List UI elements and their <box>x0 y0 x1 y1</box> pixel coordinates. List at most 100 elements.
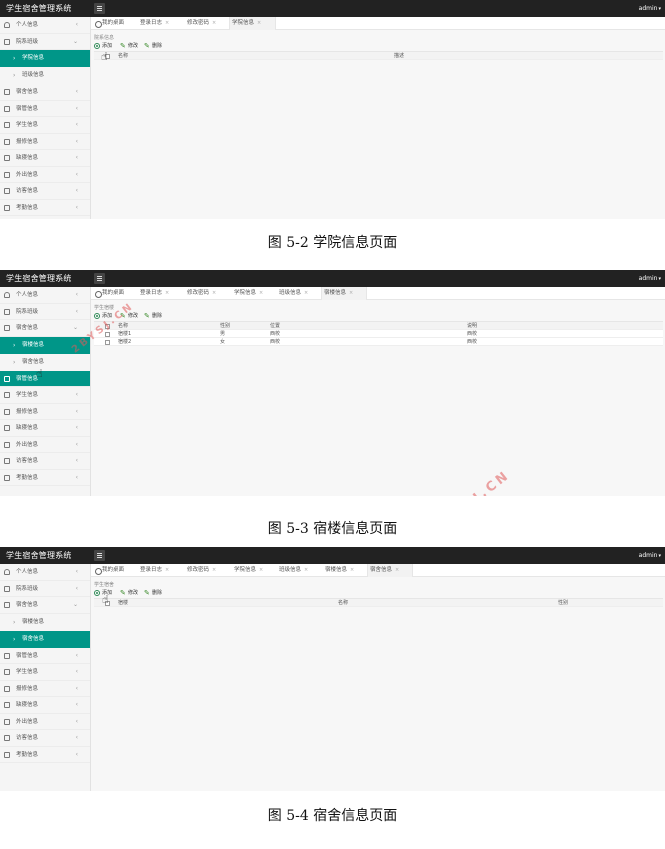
sidebar-item-department[interactable]: 院系班级 ‹ <box>0 581 90 597</box>
sidebar-item-outing[interactable]: 外出信息 ‹ <box>0 714 90 730</box>
sidebar-item-personal[interactable]: 个人信息 ‹ <box>0 287 90 304</box>
sidebar-item-personal[interactable]: 个人信息 ‹ <box>0 17 90 34</box>
sidebar-item-outing[interactable]: 外出信息 ‹ <box>0 167 90 183</box>
tab-login-log[interactable]: 登录日志 × <box>138 287 169 300</box>
close-icon[interactable]: × <box>259 290 263 296</box>
sidebar-item-visitor[interactable]: 访客信息 ‹ <box>0 730 90 747</box>
column-header[interactable]: 性别 <box>220 322 230 330</box>
column-header[interactable]: 名称 <box>118 322 128 330</box>
user-menu[interactable]: admin <box>639 547 661 564</box>
sidebar-item-department[interactable]: 院系班级 ⌄ <box>0 34 90 50</box>
chevron-left-icon: ‹ <box>75 391 78 398</box>
tab-building-info[interactable]: 宿楼信息 × <box>321 287 367 300</box>
close-icon[interactable]: × <box>165 567 169 573</box>
sidebar-subitem-class[interactable]: › 班级信息 <box>0 67 90 84</box>
sidebar-item-absence[interactable]: 缺寝信息 ‹ <box>0 697 90 714</box>
column-header[interactable]: 名称 <box>118 52 128 60</box>
tab-college-info[interactable]: 学院信息 × <box>229 17 276 30</box>
sidebar-item-dorm[interactable]: 宿舍信息 ‹ <box>0 84 90 101</box>
add-button[interactable]: 添加 <box>94 42 112 50</box>
main-content: 院系信息 添加 ✎ 修改 ✎ 删除 名称 描述 <box>91 30 665 219</box>
tab-class-info[interactable]: 班级信息 × <box>277 564 308 577</box>
sidebar-item-personal[interactable]: 个人信息 ‹ <box>0 564 90 581</box>
file-icon <box>4 325 10 331</box>
menu-toggle-icon[interactable] <box>94 550 105 561</box>
delete-button[interactable]: ✎ 删除 <box>144 42 162 50</box>
sidebar-subitem-room[interactable]: › 宿舍信息 <box>0 354 90 371</box>
column-header[interactable]: 说明 <box>467 322 477 330</box>
sidebar-item-dorm[interactable]: 宿舍信息 ⌄ <box>0 597 90 614</box>
tab-room-info[interactable]: 宿舍信息 × <box>367 564 413 577</box>
sidebar-item-outing[interactable]: 外出信息 ‹ <box>0 437 90 453</box>
close-icon[interactable]: × <box>257 20 261 26</box>
menu-toggle-icon[interactable] <box>94 3 105 14</box>
tab-change-password[interactable]: 修改密码 × <box>185 17 216 30</box>
sidebar-item-attendance[interactable]: 考勤信息 ‹ <box>0 200 90 216</box>
sidebar-item-absence[interactable]: 缺寝信息 ‹ <box>0 420 90 437</box>
tab-desktop[interactable]: 我的桌面 <box>93 17 124 30</box>
sidebar-subitem-room[interactable]: › 宿舍信息 <box>0 630 90 648</box>
close-icon[interactable]: × <box>350 567 354 573</box>
tab-desktop[interactable]: 我的桌面 <box>93 287 124 300</box>
table-row[interactable]: 宿楼1 男 西校 西校 <box>94 330 663 338</box>
file-icon <box>4 105 10 112</box>
tab-desktop[interactable]: 我的桌面 <box>93 564 124 577</box>
sidebar-item-student[interactable]: 学生信息 ‹ <box>0 387 90 404</box>
sidebar-item-visitor[interactable]: 访客信息 ‹ <box>0 453 90 470</box>
column-header[interactable]: 位置 <box>270 322 280 330</box>
edit-button[interactable]: ✎ 修改 <box>120 589 138 597</box>
sidebar-item-visitor[interactable]: 访客信息 ‹ <box>0 183 90 200</box>
tab-change-password[interactable]: 修改密码 × <box>185 287 216 300</box>
tab-change-password[interactable]: 修改密码 × <box>185 564 216 577</box>
sidebar-item-attendance[interactable]: 考勤信息 ‹ <box>0 470 90 486</box>
sidebar-item-department[interactable]: 院系班级 ‹ <box>0 304 90 320</box>
file-icon <box>4 702 10 708</box>
top-bar: 学生宿舍管理系统 admin <box>0 0 665 17</box>
tab-class-info[interactable]: 班级信息 × <box>277 287 308 300</box>
sidebar-item-student[interactable]: 学生信息 ‹ <box>0 664 90 681</box>
column-header[interactable]: 性别 <box>558 599 568 607</box>
delete-button[interactable]: ✎ 删除 <box>144 589 162 597</box>
sidebar-item-repair[interactable]: 报修信息 ‹ <box>0 681 90 697</box>
tab-college-info[interactable]: 学院信息 × <box>232 287 263 300</box>
tab-building-info[interactable]: 宿楼信息 × <box>323 564 354 577</box>
chevron-left-icon: ‹ <box>75 440 78 448</box>
close-icon[interactable]: × <box>304 290 308 296</box>
close-icon[interactable]: × <box>259 567 263 573</box>
edit-button[interactable]: ✎ 修改 <box>120 42 138 50</box>
row-checkbox[interactable] <box>105 339 110 345</box>
column-header[interactable]: 宿楼 <box>118 599 128 607</box>
sidebar-item-manager[interactable]: 宿管信息 <box>0 370 90 387</box>
column-header[interactable]: 描述 <box>394 52 404 60</box>
close-icon[interactable]: × <box>349 290 353 296</box>
sidebar-item-student[interactable]: 学生信息 ‹ <box>0 117 90 134</box>
close-icon[interactable]: × <box>395 567 399 573</box>
close-icon[interactable]: × <box>165 290 169 296</box>
tab-login-log[interactable]: 登录日志 × <box>138 17 169 30</box>
user-menu[interactable]: admin <box>639 270 661 287</box>
close-icon[interactable]: × <box>212 567 216 573</box>
sidebar-item-manager[interactable]: 宿管信息 ‹ <box>0 101 90 117</box>
chevron-left-icon: ‹ <box>75 121 78 128</box>
close-icon[interactable]: × <box>212 290 216 296</box>
sidebar-item-absence[interactable]: 缺寝信息 ‹ <box>0 150 90 167</box>
close-icon[interactable]: × <box>304 567 308 573</box>
sidebar-item-dorm[interactable]: 宿舍信息 ⌄ <box>0 320 90 337</box>
sidebar-item-repair[interactable]: 报修信息 ‹ <box>0 404 90 420</box>
sidebar-item-repair[interactable]: 报修信息 ‹ <box>0 134 90 150</box>
data-table: 名称 描述 <box>94 51 663 60</box>
tab-college-info[interactable]: 学院信息 × <box>232 564 263 577</box>
sidebar-subitem-building[interactable]: › 宿楼信息 <box>0 614 90 631</box>
tab-login-log[interactable]: 登录日志 × <box>138 564 169 577</box>
column-header[interactable]: 名称 <box>338 599 348 607</box>
menu-toggle-icon[interactable] <box>94 273 105 284</box>
sidebar-item-manager[interactable]: 宿管信息 ‹ <box>0 648 90 664</box>
delete-button[interactable]: ✎ 删除 <box>144 312 162 320</box>
sidebar-subitem-college[interactable]: › 学院信息 <box>0 50 90 67</box>
table-cell: 女 <box>220 339 226 345</box>
table-row[interactable]: 宿楼2 女 西校 西校 <box>94 338 663 346</box>
sidebar-item-attendance[interactable]: 考勤信息 ‹ <box>0 747 90 763</box>
close-icon[interactable]: × <box>212 20 216 26</box>
user-menu[interactable]: admin <box>639 0 661 17</box>
close-icon[interactable]: × <box>165 20 169 26</box>
